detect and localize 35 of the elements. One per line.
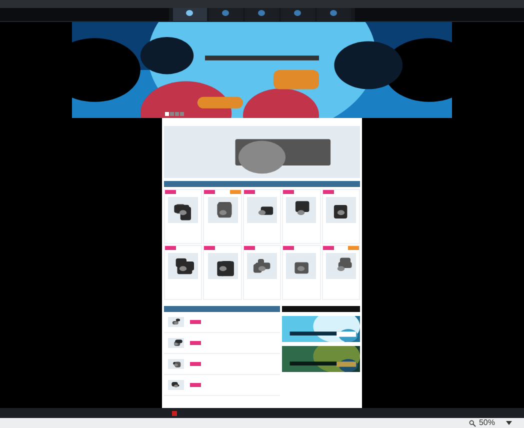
product-card[interactable] (203, 245, 242, 300)
sale-badge (190, 341, 201, 345)
nav-item[interactable] (173, 8, 207, 21)
search-icon (468, 420, 476, 426)
product-card[interactable] (282, 245, 321, 300)
sale-badge (283, 190, 294, 194)
sale-badge (190, 320, 201, 324)
product-card[interactable] (164, 189, 202, 244)
nav-item[interactable] (317, 8, 351, 21)
sale-badge (204, 190, 216, 194)
product-card[interactable] (164, 245, 202, 300)
tag-badge (348, 246, 359, 250)
sale-badge (204, 246, 216, 250)
product-card[interactable] (322, 189, 360, 244)
sale-badge (283, 246, 294, 250)
caret-icon[interactable] (506, 421, 512, 425)
nav-item[interactable] (281, 8, 315, 21)
zoom-level[interactable]: 50% (478, 418, 495, 428)
product-card[interactable] (242, 189, 282, 244)
sale-badge (322, 246, 334, 250)
product-card[interactable] (282, 189, 321, 244)
sale-badge (190, 362, 201, 366)
sale-badge (322, 190, 334, 194)
sale-badge (165, 246, 176, 250)
product-card[interactable] (322, 245, 360, 300)
tag-badge (230, 190, 241, 194)
sale-badge (165, 190, 176, 194)
nav-item[interactable] (245, 8, 279, 21)
sale-badge (244, 190, 255, 194)
nav-item[interactable] (209, 8, 243, 21)
product-card[interactable] (203, 189, 242, 244)
sale-badge (244, 246, 255, 250)
sale-badge (190, 383, 201, 387)
product-card[interactable] (242, 245, 282, 300)
footer-marker-icon (172, 410, 177, 416)
